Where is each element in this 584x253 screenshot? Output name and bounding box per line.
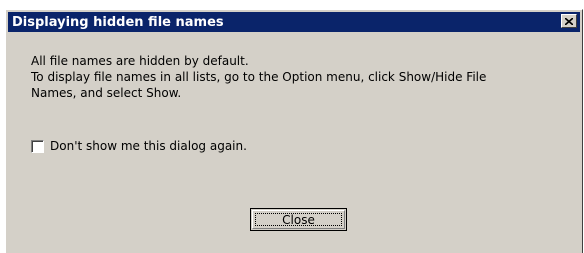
message-line-3: Names, and select Show. <box>31 86 182 100</box>
dont-show-again-checkbox[interactable] <box>31 139 44 153</box>
close-button-label: Close <box>282 212 315 227</box>
title-bar[interactable]: Displaying hidden file names <box>8 12 580 32</box>
message-line-1: All file names are hidden by default. <box>31 54 249 68</box>
message-line-2: To display file names in all lists, go t… <box>31 70 487 84</box>
dont-show-again-label[interactable]: Don't show me this dialog again. <box>50 139 247 153</box>
dialog-title: Displaying hidden file names <box>12 14 224 30</box>
dialog-window: Displaying hidden file names All file na… <box>5 9 583 253</box>
dont-show-again-option[interactable]: Don't show me this dialog again. <box>31 139 247 153</box>
dialog-message: All file names are hidden by default. To… <box>31 53 571 101</box>
close-button[interactable]: Close <box>250 208 347 231</box>
close-icon[interactable] <box>561 14 577 28</box>
close-x-glyph <box>565 17 573 25</box>
